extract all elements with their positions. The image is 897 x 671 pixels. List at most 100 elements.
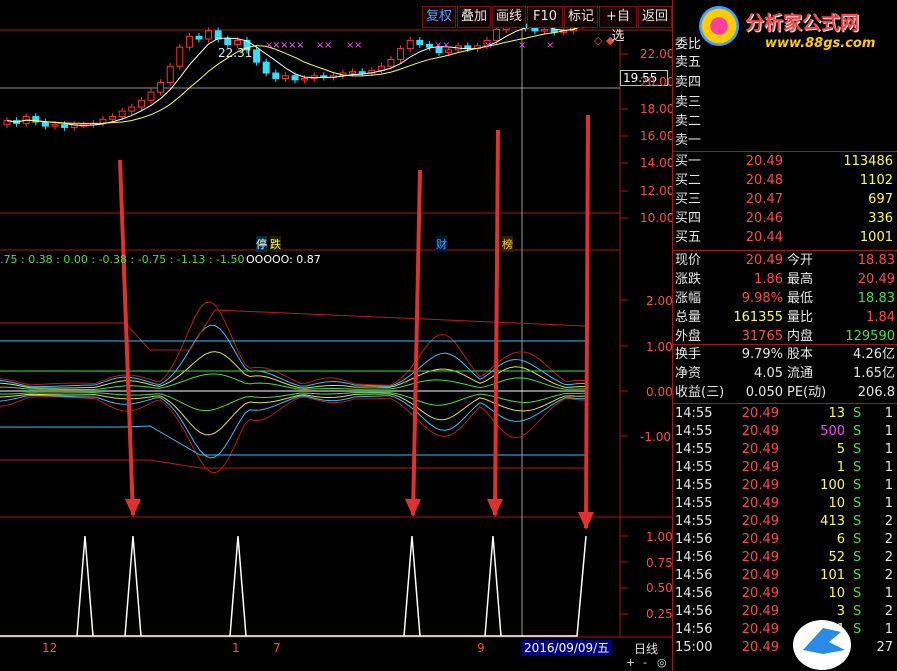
stat-value: 20.49 [745, 253, 783, 268]
bid-volume: 1102 [859, 173, 893, 188]
price-axis-10: 10.00 [640, 211, 675, 225]
bid-price: 20.47 [745, 192, 783, 207]
fund-value: 0.050 [745, 385, 783, 400]
tick-side: S [853, 442, 862, 457]
candle-body [377, 65, 385, 71]
fund-value: 206.8 [857, 385, 895, 400]
tick-time: 14:56 [675, 604, 713, 619]
tick-volume: 100 [820, 478, 845, 493]
tick-volume: 5 [836, 442, 845, 457]
tick-side: S [853, 496, 862, 511]
osc-axis-2: 2.00 [646, 294, 673, 308]
event-tag-list: 榜 [502, 236, 513, 252]
signal-baseline [0, 535, 587, 637]
osc-axis-m1: -1.00 [640, 430, 672, 444]
tick-side: S [853, 460, 862, 475]
back-button[interactable]: 返回 [638, 6, 672, 28]
stat-label: 涨跌 [675, 272, 702, 287]
bid-label: 买一 [675, 154, 702, 169]
chart-area[interactable]: × × × × × × × × × × × × × × ◇ ◆ 复权 叠加 画线 F10 标记 +自选 返回 … [0, 0, 675, 671]
candle-body [166, 65, 174, 84]
stat-value: 20.49 [857, 272, 895, 287]
price-axis-12: 12.00 [640, 184, 675, 198]
stat-value: 161355 [733, 310, 783, 325]
tick-row: 14:55 20.49 1 S 1 [673, 459, 897, 477]
indicator-readout-tail: OOOOO: 0.87 [246, 253, 321, 266]
tick-row: 14:55 20.49 500 S 1 [673, 423, 897, 441]
x-marker-icon: × [484, 40, 492, 51]
tick-count: 2 [884, 604, 893, 619]
bid-row: 买三 20.47 697 [673, 191, 897, 209]
chart-canvas[interactable]: ×× × × × × × × × × × × × × ◇ ◆ [0, 0, 672, 671]
stat-label: 今开 [787, 253, 814, 268]
tick-count: 1 [884, 424, 893, 439]
tick-row: 14:55 20.49 13 S 1 [673, 405, 897, 423]
add-favorite-button[interactable]: +自选 [599, 6, 637, 44]
stat-value: 9.98% [741, 291, 783, 306]
tick-count: 2 [884, 532, 893, 547]
candle-body [291, 75, 299, 81]
tick-price: 20.49 [741, 550, 779, 565]
tick-count: 1 [884, 622, 893, 637]
ask-row-3: 卖三 [673, 94, 897, 112]
arrow-head-icon [405, 499, 421, 517]
stat-row: 总量 161355 量比 1.84 [673, 309, 897, 327]
tick-count: 1 [884, 586, 893, 601]
stat-label: 量比 [787, 310, 814, 325]
price-axis-14: 14.00 [640, 156, 675, 170]
candle-body [281, 75, 289, 79]
tick-side: S [853, 424, 862, 439]
candle-body [349, 71, 357, 74]
tick-time: 14:55 [675, 442, 713, 457]
signal-spike [403, 535, 421, 637]
period-label[interactable]: 日线 [634, 640, 658, 657]
reset-button[interactable]: ◎ [657, 656, 667, 669]
tick-volume: 3 [836, 604, 845, 619]
tick-row: 14:56 20.49 52 S 2 [673, 549, 897, 567]
fuquan-button[interactable]: 复权 [422, 6, 456, 28]
stat-row: 现价 20.49 今开 18.83 [673, 252, 897, 270]
bid-label: 买五 [675, 230, 702, 245]
f10-button[interactable]: F10 [527, 6, 563, 28]
overlay-button[interactable]: 叠加 [457, 6, 491, 28]
tick-price: 20.49 [741, 442, 779, 457]
ask-label: 卖五 [675, 55, 702, 70]
tick-time: 14:55 [675, 514, 713, 529]
diamond-icon: ◇ [594, 34, 603, 47]
stat-label: 最低 [787, 291, 814, 306]
signal-axis-050: 0.50 [646, 581, 673, 595]
tick-row: 15:00 20.49 27 [673, 639, 897, 657]
zoom-in-button[interactable]: + [626, 656, 635, 669]
arrow-head-icon [578, 512, 594, 530]
tick-price: 20.49 [741, 586, 779, 601]
tick-side: S [853, 406, 862, 421]
bid-row: 买一 20.49 113486 [673, 153, 897, 171]
fund-label: 换手 [675, 347, 702, 362]
tick-volume: 13 [828, 406, 845, 421]
tick-time: 14:55 [675, 424, 713, 439]
zoom-out-button[interactable]: - [643, 656, 647, 669]
bid-row: 买四 20.46 336 [673, 210, 897, 228]
stat-label: 涨幅 [675, 291, 702, 306]
tick-volume: 101 [820, 568, 845, 583]
candle-body [541, 29, 549, 32]
tick-price: 20.49 [741, 622, 779, 637]
tick-time: 14:55 [675, 406, 713, 421]
bid-volume: 113486 [843, 154, 893, 169]
tick-count: 1 [884, 442, 893, 457]
candle-body [387, 58, 395, 67]
bid-label: 买二 [675, 173, 702, 188]
draw-line-button[interactable]: 画线 [492, 6, 526, 28]
candle-body [195, 35, 203, 40]
weibi-label: 委比 [675, 37, 702, 52]
tick-count: 2 [884, 550, 893, 565]
tick-time: 14:55 [675, 478, 713, 493]
signal-axis-1: 1.00 [646, 530, 673, 544]
x-marker-icon: × [354, 40, 362, 51]
tick-side: S [853, 532, 862, 547]
mark-button[interactable]: 标记 [564, 6, 598, 28]
candle-body [205, 30, 213, 40]
candle-body [358, 71, 366, 74]
bid-row: 买五 20.44 1001 [673, 229, 897, 247]
tick-volume: 6 [836, 532, 845, 547]
